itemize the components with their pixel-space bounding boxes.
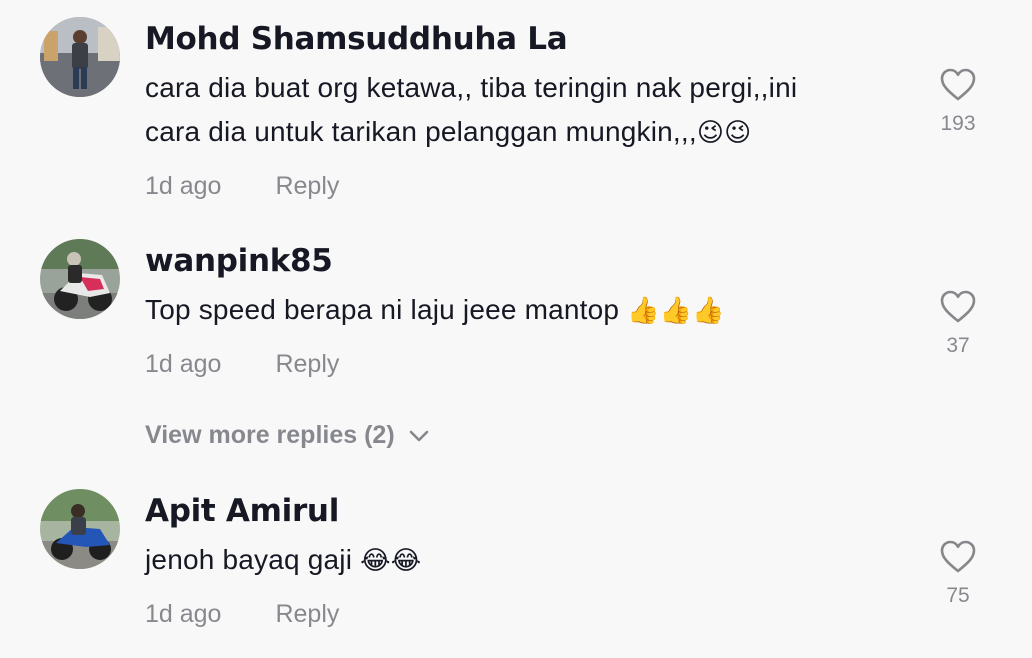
comment-text: Top speed berapa ni laju jeee mantop 👍👍👍 bbox=[145, 288, 905, 333]
comment-username[interactable]: Apit Amirul bbox=[145, 493, 339, 529]
comment-meta: 1d ago Reply bbox=[145, 600, 339, 629]
heart-outline-icon[interactable] bbox=[940, 290, 976, 324]
view-more-replies-label: View more replies (2) bbox=[145, 421, 395, 449]
avatar[interactable] bbox=[40, 489, 120, 569]
comment-text: cara dia buat org ketawa,, tiba teringin… bbox=[145, 66, 905, 155]
view-more-replies-button[interactable]: View more replies (2) bbox=[145, 421, 429, 450]
comment-text-fragment: cara dia untuk tarikan pelanggan mungkin… bbox=[145, 116, 697, 147]
comment-meta: 1d ago Reply bbox=[145, 350, 339, 379]
like-button[interactable]: 37 bbox=[930, 290, 986, 358]
like-count: 37 bbox=[946, 334, 970, 357]
reply-button[interactable]: Reply bbox=[275, 600, 339, 629]
comment-username[interactable]: Mohd Shamsuddhuha La bbox=[145, 21, 568, 57]
chevron-down-icon bbox=[409, 420, 429, 449]
comment-timestamp: 1d ago bbox=[145, 350, 222, 378]
comment-text-fragment: Top speed berapa ni laju jeee mantop bbox=[145, 294, 628, 325]
reply-button[interactable]: Reply bbox=[275, 350, 339, 379]
comment-username[interactable]: wanpink85 bbox=[145, 243, 333, 279]
reply-button[interactable]: Reply bbox=[275, 172, 339, 201]
comment-text-line: cara dia untuk tarikan pelanggan mungkin… bbox=[145, 110, 905, 155]
like-button[interactable]: 75 bbox=[930, 540, 986, 608]
heart-outline-icon[interactable] bbox=[940, 68, 976, 102]
comment-text-fragment: jenoh bayaq gaji bbox=[145, 544, 361, 575]
like-count: 193 bbox=[940, 112, 976, 135]
emoji-thumbs-up: 👍👍👍 bbox=[627, 296, 725, 326]
emoji-tears-of-joy: 😂😂 bbox=[360, 546, 422, 576]
heart-outline-icon[interactable] bbox=[940, 540, 976, 574]
avatar[interactable] bbox=[40, 239, 120, 319]
comment-text: jenoh bayaq gaji 😂😂 bbox=[145, 538, 905, 583]
emoji-wink: 😉😉 bbox=[696, 118, 752, 148]
comment-meta: 1d ago Reply bbox=[145, 172, 339, 201]
avatar[interactable] bbox=[40, 17, 120, 97]
comment-timestamp: 1d ago bbox=[145, 600, 222, 628]
comment-timestamp: 1d ago bbox=[145, 172, 222, 200]
like-button[interactable]: 193 bbox=[930, 68, 986, 136]
like-count: 75 bbox=[946, 584, 970, 607]
comment-text-line: cara dia buat org ketawa,, tiba teringin… bbox=[145, 72, 798, 103]
comment-item: Mohd Shamsuddhuha La cara dia buat org k… bbox=[0, 0, 1032, 210]
